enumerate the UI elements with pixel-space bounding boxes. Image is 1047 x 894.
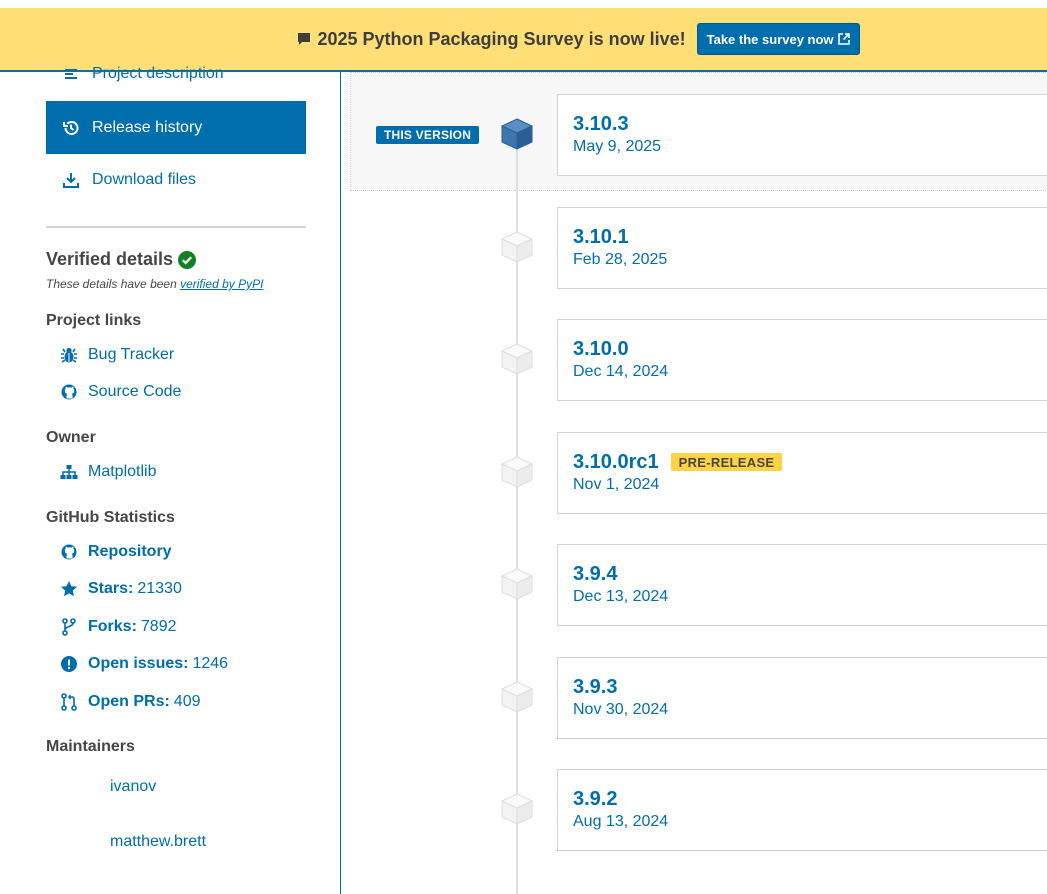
release-version-label: 3.9.3	[573, 675, 618, 698]
repository-link[interactable]: Repository	[60, 543, 176, 561]
release-version-label: 3.10.0	[573, 337, 629, 360]
comment-icon	[297, 32, 311, 46]
release-date: Dec 14, 2024	[573, 363, 669, 380]
align-left-icon	[62, 65, 80, 83]
release-card[interactable]: 3.10.0rc1 PRE-RELEASE Nov 1, 2024	[557, 432, 1047, 514]
owner-heading: Owner	[46, 429, 96, 446]
banner-text: 2025 Python Packaging Survey is now live…	[317, 28, 686, 49]
release-cube-icon	[500, 681, 534, 713]
release-date: May 9, 2025	[573, 138, 662, 155]
stars-label: Stars:	[88, 580, 134, 597]
content-divider	[340, 72, 341, 894]
verified-title: Verified details	[46, 249, 174, 269]
release-card[interactable]: 3.9.3 Nov 30, 2024	[557, 657, 1047, 739]
release-card[interactable]: 3.10.0 Dec 14, 2024	[557, 319, 1047, 401]
nav-project-description[interactable]: Project description	[46, 47, 306, 100]
sidebar: Project description Release history Down…	[0, 65, 340, 894]
release-version: 3.9.4	[573, 562, 1047, 586]
forks-count: 7892	[140, 618, 177, 635]
open-issues-link[interactable]: Open issues: 1246	[60, 655, 228, 673]
release-version-label: 3.9.4	[573, 562, 618, 585]
bug-tracker-link[interactable]: Bug Tracker	[60, 346, 174, 364]
open-prs-link[interactable]: Open PRs: 409	[60, 693, 201, 711]
release-date: Nov 30, 2024	[573, 701, 669, 718]
maintainer-link[interactable]: ivanov	[110, 778, 156, 796]
verified-note: These details have been verified by PyPI	[46, 277, 263, 291]
this-version-badge: THIS VERSION	[376, 126, 480, 144]
project-links-heading: Project links	[46, 312, 142, 329]
source-code-link[interactable]: Source Code	[60, 383, 181, 401]
download-icon	[62, 171, 80, 189]
release-cube-icon	[500, 231, 534, 263]
release-card[interactable]: 3.10.3 May 9, 2025	[557, 94, 1047, 176]
exclamation-circle-icon	[60, 655, 78, 673]
open-issues-count: 1246	[192, 655, 229, 672]
stars-count: 21330	[137, 580, 182, 597]
forks-link[interactable]: Forks: 7892	[60, 618, 177, 636]
current-release-cube-icon	[500, 118, 534, 150]
release-version-label: 3.10.0rc1	[573, 450, 659, 473]
release-date: Dec 13, 2024	[573, 588, 669, 605]
star-icon	[60, 580, 78, 598]
open-prs-label: Open PRs:	[88, 693, 170, 710]
stars-link[interactable]: Stars: 21330	[60, 580, 182, 598]
release-card[interactable]: 3.10.1 Feb 28, 2025	[557, 207, 1047, 289]
history-icon	[62, 119, 80, 137]
github-icon	[60, 383, 78, 401]
release-cube-icon	[500, 456, 534, 488]
release-version: 3.10.0rc1 PRE-RELEASE	[573, 450, 1047, 474]
nav-release-history[interactable]: Release history	[46, 101, 306, 154]
nav-label: Download files	[92, 170, 197, 188]
forks-label: Forks:	[88, 618, 137, 635]
release-version-label: 3.9.2	[573, 787, 618, 810]
bug-icon	[60, 346, 78, 364]
maintainer-link[interactable]: matthew.brett	[110, 833, 206, 851]
release-version: 3.10.1	[573, 225, 1047, 249]
verified-note-text: These details have been	[46, 277, 181, 291]
release-date: Feb 28, 2025	[573, 251, 668, 268]
release-date: Nov 1, 2024	[573, 476, 660, 493]
release-version-label: 3.10.1	[573, 225, 629, 248]
release-card[interactable]: 3.9.2 Aug 13, 2024	[557, 769, 1047, 851]
release-version: 3.10.3	[573, 112, 1047, 136]
sidebar-divider	[46, 226, 306, 228]
release-version: 3.9.2	[573, 787, 1047, 811]
open-prs-count: 409	[173, 693, 201, 710]
owner-name: Matplotlib	[88, 463, 157, 480]
release-cube-icon	[500, 568, 534, 600]
release-cube-icon	[500, 793, 534, 825]
verified-details-heading: Verified details	[46, 249, 197, 270]
source-code-label: Source Code	[88, 383, 182, 400]
release-date: Aug 13, 2024	[573, 813, 669, 830]
release-version: 3.9.3	[573, 675, 1047, 699]
code-pull-request-icon	[60, 693, 78, 711]
external-link-icon	[837, 33, 850, 45]
open-issues-label: Open issues:	[88, 655, 189, 672]
github-statistics-heading: GitHub Statistics	[46, 509, 175, 526]
maintainers-heading: Maintainers	[46, 738, 135, 755]
nav-label: Project description	[92, 64, 224, 82]
pre-release-badge: PRE-RELEASE	[670, 453, 783, 471]
release-cube-icon	[500, 343, 534, 375]
nav-label: Release history	[92, 118, 203, 136]
bug-tracker-label: Bug Tracker	[88, 346, 175, 363]
code-fork-icon	[60, 618, 78, 636]
owner-link[interactable]: Matplotlib	[60, 463, 156, 481]
repository-label: Repository	[88, 543, 172, 560]
github-icon	[60, 543, 78, 561]
take-survey-label: Take the survey now	[706, 31, 834, 47]
take-survey-button[interactable]: Take the survey now	[696, 23, 860, 55]
release-version-label: 3.10.3	[573, 112, 629, 135]
sitemap-icon	[60, 463, 78, 481]
verified-check-icon	[178, 250, 197, 269]
release-card[interactable]: 3.9.4 Dec 13, 2024	[557, 544, 1047, 626]
verified-by-pypi-link[interactable]: verified by PyPI	[180, 277, 263, 291]
nav-download-files[interactable]: Download files	[46, 153, 306, 206]
release-version: 3.10.0	[573, 337, 1047, 361]
